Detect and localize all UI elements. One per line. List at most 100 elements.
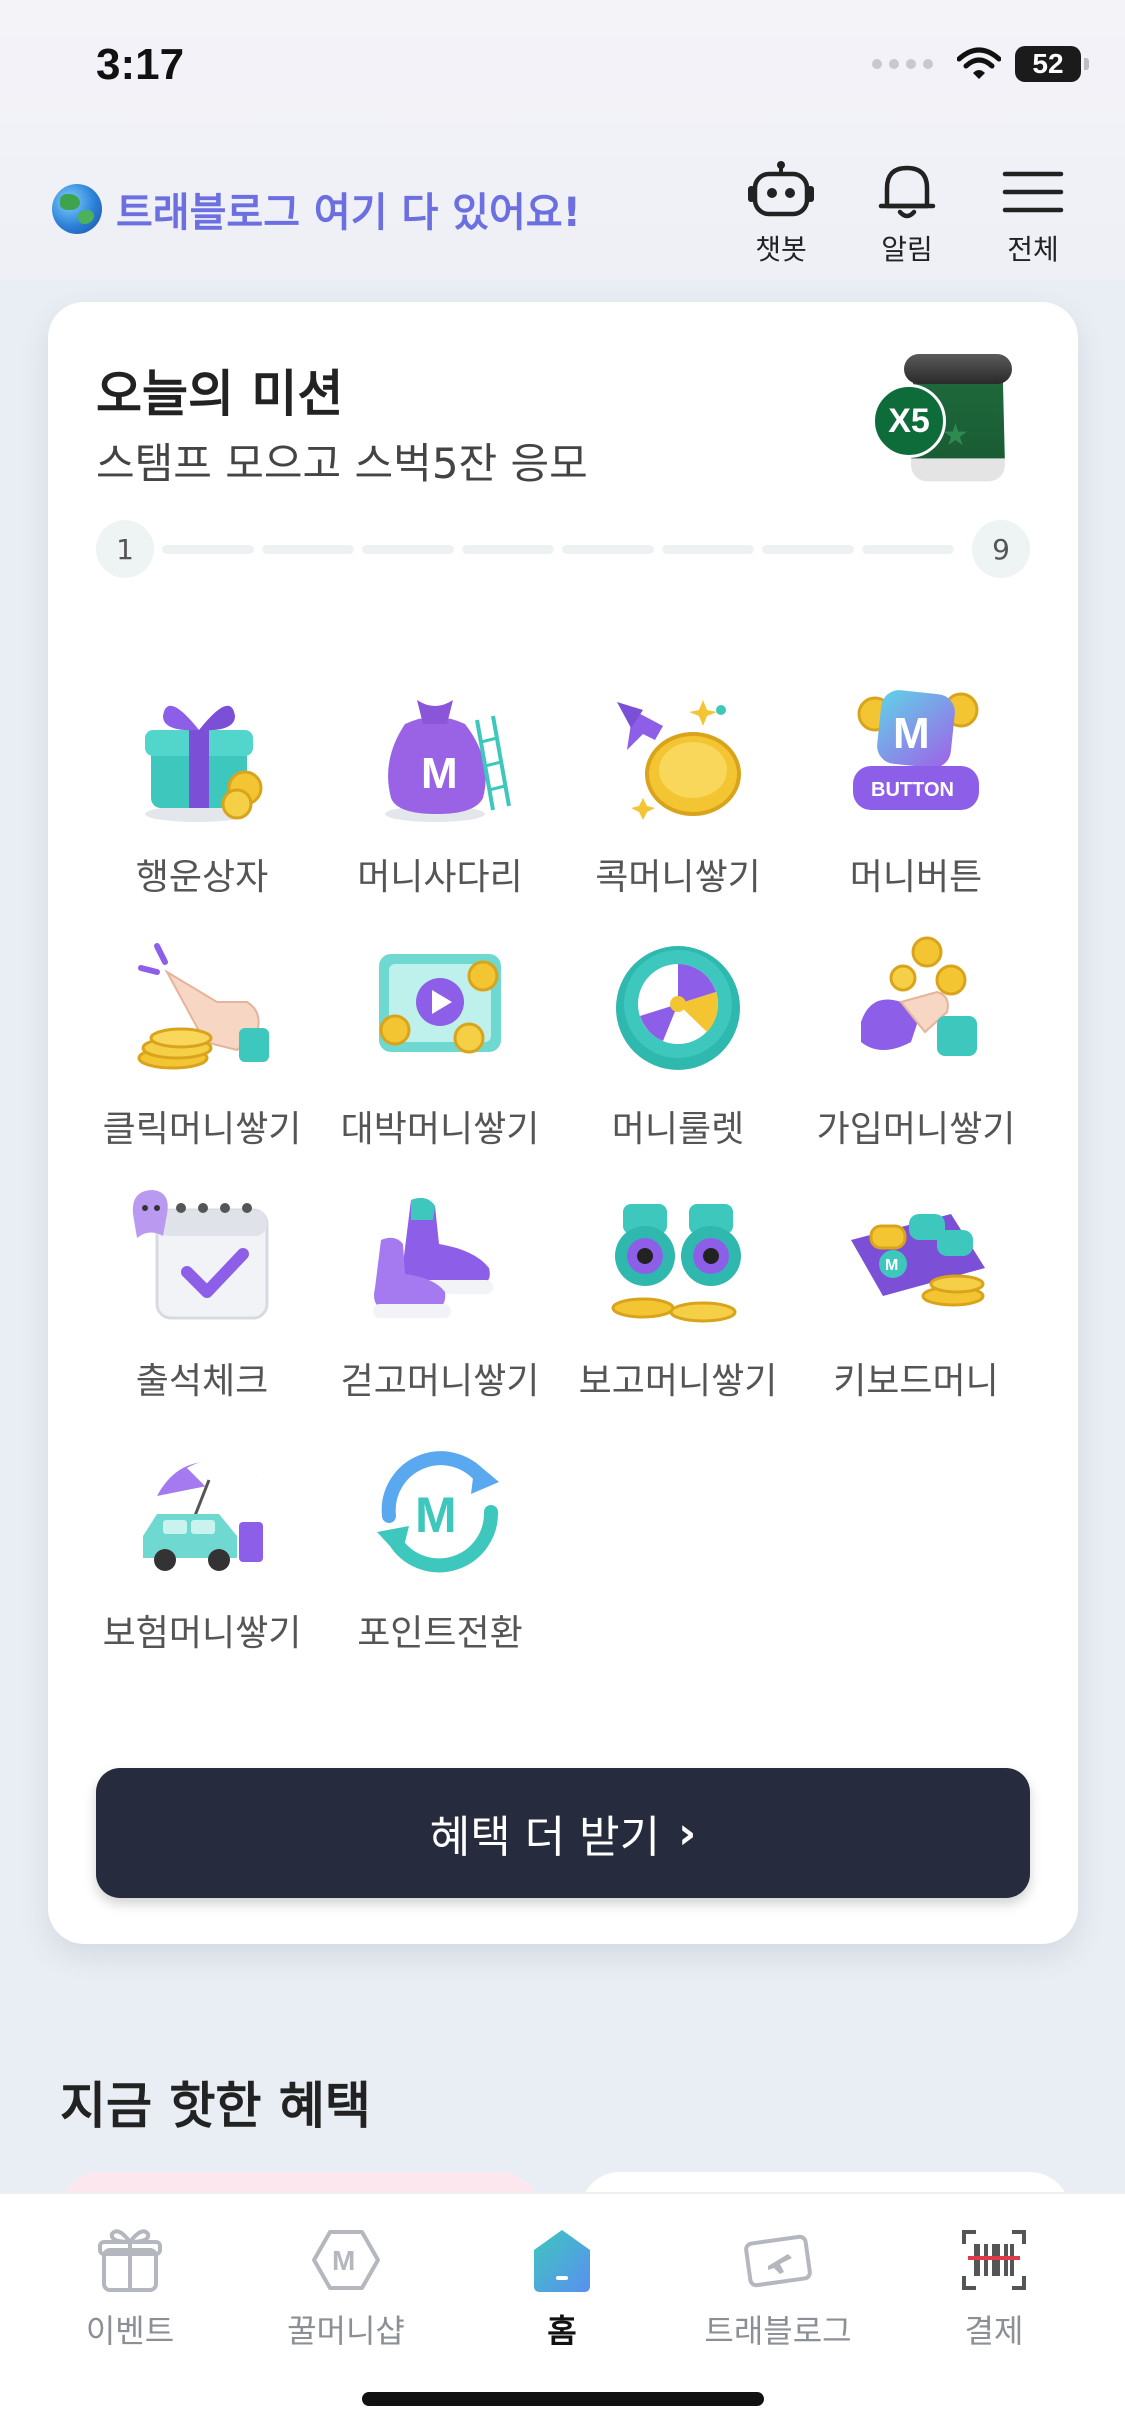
- gift-icon: [98, 2229, 162, 2292]
- money-bag-ladder-icon: M: [365, 680, 515, 830]
- mission-item-point-exchange[interactable]: M 포인트전환: [322, 1428, 558, 1668]
- car-umbrella-icon: [127, 1436, 277, 1586]
- promo-text: 트래블로그 여기 다 있어요!: [116, 190, 581, 236]
- svg-text:M: M: [893, 709, 930, 758]
- svg-text:M: M: [332, 2245, 355, 2276]
- nav-label: 트래블로그: [704, 2312, 852, 2350]
- mission-item-watch-money[interactable]: 보고머니쌓기: [560, 1176, 796, 1416]
- section-title: 지금 핫한 혜택: [60, 2077, 371, 2135]
- mission-item-click-money[interactable]: 클릭머니쌓기: [84, 924, 320, 1164]
- notification-label: 알림: [881, 233, 933, 266]
- mission-item-attendance[interactable]: 출석체크: [84, 1176, 320, 1416]
- home-icon: [534, 2230, 590, 2292]
- mission-item-insurance-money[interactable]: 보험머니쌓기: [84, 1428, 320, 1668]
- mission-item-money-ladder[interactable]: M 머니사다리: [322, 672, 558, 912]
- mission-item-label: 머니사다리: [357, 857, 523, 898]
- chatbot-button[interactable]: 챗봇: [741, 160, 821, 268]
- reward-multiplier-badge: X5: [872, 384, 946, 458]
- battery-indicator: 52: [1015, 46, 1089, 82]
- mission-item-label: 보고머니쌓기: [578, 1361, 778, 1402]
- roulette-icon: [603, 932, 753, 1082]
- chatbot-label: 챗봇: [755, 233, 807, 266]
- notification-button[interactable]: 알림: [867, 160, 947, 268]
- mission-item-signup-money[interactable]: 가입머니쌓기: [798, 924, 1034, 1164]
- cellular-signal-icon: [872, 59, 933, 69]
- mission-item-label: 걷고머니쌓기: [340, 1361, 540, 1402]
- mission-item-keyboard-money[interactable]: M 키보드머니: [798, 1176, 1034, 1416]
- nav-item-shop[interactable]: M 꿀머니샵: [246, 2220, 446, 2352]
- mission-item-label: 출석체크: [135, 1361, 269, 1402]
- nav-label: 결제: [964, 2312, 1024, 2350]
- mission-subtitle: 스탬프 모으고 스벅5잔 응모: [96, 439, 588, 488]
- robot-icon: [748, 161, 814, 217]
- gift-box-icon: [127, 680, 277, 830]
- mission-card: 오늘의 미션 스탬프 모으고 스벅5잔 응모 ★ X5 1 9 행운상자 M 머…: [48, 302, 1078, 1944]
- binoculars-icon: [603, 1184, 753, 1334]
- mission-item-lucky-box[interactable]: 행운상자: [84, 672, 320, 912]
- progress-segment: [762, 545, 854, 554]
- progress-segment: [862, 545, 954, 554]
- progress-segment: [362, 545, 454, 554]
- mission-item-walk-money[interactable]: 걷고머니쌓기: [322, 1176, 558, 1416]
- progress-segment: [462, 545, 554, 554]
- mission-item-label: 머니룰렛: [611, 1109, 745, 1150]
- progress-segment: [262, 545, 354, 554]
- progress-start: 1: [96, 520, 154, 578]
- status-time: 3:17: [96, 40, 185, 89]
- mission-item-kok-money[interactable]: 콕머니쌓기: [560, 672, 796, 912]
- mission-item-label: 머니버튼: [849, 857, 983, 898]
- video-coins-icon: [365, 932, 515, 1082]
- stamp-progress: 1 9: [96, 520, 1030, 578]
- mission-item-label: 키보드머니: [833, 1361, 999, 1402]
- more-benefits-label: 혜택 더 받기: [429, 1812, 661, 1863]
- menu-button[interactable]: 전체: [993, 160, 1073, 268]
- mission-item-label: 행운상자: [135, 857, 269, 898]
- progress-end: 9: [972, 520, 1030, 578]
- m-hexagon-icon: M: [312, 2230, 380, 2290]
- nav-label: 이벤트: [85, 2312, 175, 2350]
- status-icons: 52: [872, 46, 1089, 82]
- mission-item-label: 포인트전환: [357, 1613, 523, 1654]
- mission-title: 오늘의 미션: [96, 365, 344, 423]
- coffee-cup-reward-icon: ★ X5: [872, 348, 1022, 498]
- bell-icon: [878, 165, 936, 219]
- nav-item-home[interactable]: 홈: [462, 2220, 662, 2352]
- svg-text:BUTTON: BUTTON: [871, 779, 954, 801]
- calendar-check-icon: [127, 1184, 277, 1334]
- wifi-icon: [957, 47, 1001, 79]
- mission-item-jackpot-money[interactable]: 대박머니쌓기: [322, 924, 558, 1164]
- nav-item-travelog[interactable]: 트래블로그: [678, 2220, 878, 2352]
- svg-text:M: M: [421, 749, 458, 798]
- m-button-icon: M BUTTON: [841, 680, 991, 830]
- mission-item-money-roulette[interactable]: 머니룰렛: [560, 924, 796, 1164]
- chevron-right-icon: ›: [678, 1807, 697, 1859]
- more-benefits-button[interactable]: 혜택 더 받기 ›: [96, 1768, 1030, 1898]
- travel-card-icon: [744, 2234, 812, 2288]
- signup-hand-icon: [841, 932, 991, 1082]
- sneakers-icon: [365, 1184, 515, 1334]
- nav-label: 홈: [547, 2312, 577, 2350]
- nav-item-event[interactable]: 이벤트: [30, 2220, 230, 2352]
- mission-item-money-button[interactable]: M BUTTON 머니버튼: [798, 672, 1034, 912]
- svg-text:M: M: [415, 1487, 457, 1543]
- mission-item-label: 보험머니쌓기: [102, 1613, 302, 1654]
- progress-segment: [162, 545, 254, 554]
- click-hand-icon: [127, 932, 277, 1082]
- nav-item-payment[interactable]: 결제: [894, 2220, 1094, 2352]
- app-screen: 3:17 52 트래블로그 여기 다 있어요! 챗봇 알림 전체 오늘의 미션 …: [0, 0, 1125, 2436]
- svg-text:M: M: [885, 1257, 898, 1274]
- mission-item-label: 콕머니쌓기: [595, 857, 761, 898]
- home-indicator: [362, 2392, 764, 2406]
- mission-item-label: 클릭머니쌓기: [102, 1109, 302, 1150]
- globe-icon: [52, 184, 102, 234]
- progress-segment: [662, 545, 754, 554]
- travelog-promo-link[interactable]: 트래블로그 여기 다 있어요!: [52, 180, 581, 238]
- keyboard-icon: M: [841, 1184, 991, 1334]
- header-actions: 챗봇 알림 전체: [741, 160, 1073, 268]
- point-exchange-icon: M: [365, 1436, 515, 1586]
- menu-label: 전체: [1007, 233, 1059, 266]
- progress-segment: [562, 545, 654, 554]
- mission-item-label: 대박머니쌓기: [340, 1109, 540, 1150]
- nav-label: 꿀머니샵: [287, 2312, 405, 2350]
- menu-icon: [1002, 171, 1064, 213]
